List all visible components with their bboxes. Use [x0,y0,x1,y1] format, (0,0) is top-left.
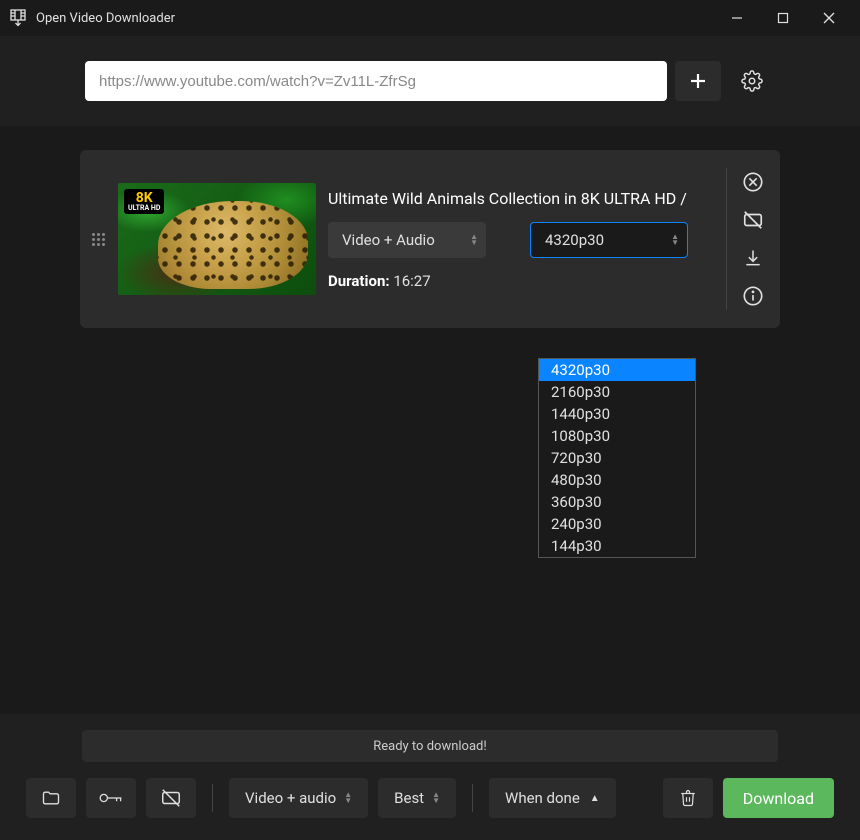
info-button[interactable] [739,282,767,310]
quality-option[interactable]: 720p30 [539,447,695,469]
mode-select[interactable]: Video + Audio ▲▼ [328,222,486,258]
window-title: Open Video Downloader [36,11,175,26]
download-button-label: Download [743,789,814,808]
quality-option[interactable]: 360p30 [539,491,695,513]
minimize-button[interactable] [714,0,760,36]
maximize-button[interactable] [760,0,806,36]
duration-row: Duration: 16:27 [328,272,714,290]
quality-select[interactable]: 4320p30 ▲▼ [530,222,688,258]
auth-button[interactable] [86,778,136,818]
quality-option[interactable]: 1080p30 [539,425,695,447]
add-url-button[interactable] [675,61,721,101]
quality-preset-label: Best [394,789,424,807]
bottom-toolbar: Video + audio ▲▼ Best ▲▼ When done ▲ Dow… [26,778,834,818]
quality-dropdown[interactable]: 4320p302160p301440p301080p30720p30480p30… [538,358,696,558]
clear-all-button[interactable] [663,778,713,818]
quality-option[interactable]: 240p30 [539,513,695,535]
url-bar [0,36,860,126]
open-folder-button[interactable] [26,778,76,818]
video-title: Ultimate Wild Animals Collection in 8K U… [328,189,714,208]
quality-option[interactable]: 2160p30 [539,381,695,403]
close-button[interactable] [806,0,852,36]
video-card: 8K ULTRA HD Ultimate Wild Animals Collec… [80,150,780,328]
duration-label: Duration: [328,272,390,290]
drag-handle-icon[interactable] [90,233,106,246]
bottom-panel: Ready to download! Video + audio ▲▼ Best… [0,714,860,840]
video-thumbnail: 8K ULTRA HD [118,183,316,295]
chevron-updown-icon: ▲▼ [470,234,478,246]
toolbar-separator [472,784,473,812]
caret-up-icon: ▲ [590,793,600,804]
status-text: Ready to download! [373,739,486,754]
chevron-updown-icon: ▲▼ [671,234,679,246]
chevron-updown-icon: ▲▼ [344,792,352,804]
settings-button[interactable] [729,61,775,101]
main-area: 8K ULTRA HD Ultimate Wild Animals Collec… [0,126,860,700]
format-select-label: Video + audio [245,789,336,807]
remove-video-button[interactable] [739,168,767,196]
format-select[interactable]: Video + audio ▲▼ [229,778,368,818]
app-icon [8,8,28,28]
quality-option[interactable]: 480p30 [539,469,695,491]
mode-select-value: Video + Audio [342,231,435,249]
status-bar: Ready to download! [82,730,778,762]
chevron-updown-icon: ▲▼ [432,792,440,804]
duration-value: 16:27 [393,272,430,290]
download-item-button[interactable] [739,244,767,272]
quality-option[interactable]: 4320p30 [539,359,695,381]
quality-preset-select[interactable]: Best ▲▼ [378,778,456,818]
subtitle-toggle-button[interactable] [146,778,196,818]
when-done-label: When done [505,789,580,807]
url-input[interactable] [85,61,667,101]
quality-option[interactable]: 144p30 [539,535,695,557]
titlebar: Open Video Downloader [0,0,860,36]
no-subtitle-button[interactable] [739,206,767,234]
quality-select-value: 4320p30 [545,231,604,249]
when-done-select[interactable]: When done ▲ [489,778,616,818]
toolbar-separator [212,784,213,812]
thumb-quality-badge: 8K ULTRA HD [124,189,164,214]
quality-option[interactable]: 1440p30 [539,403,695,425]
download-button[interactable]: Download [723,778,834,818]
